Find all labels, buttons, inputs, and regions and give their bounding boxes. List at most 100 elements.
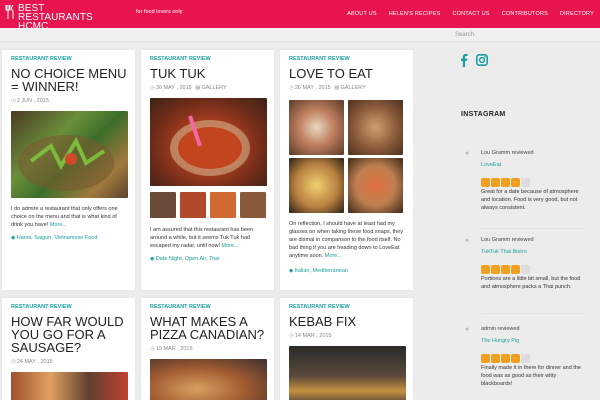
read-more-link[interactable]: More... (50, 222, 67, 228)
review-author: Lou Gramm reviewed (481, 237, 534, 243)
post-category[interactable]: RESTAURANT REVIEW (11, 304, 72, 310)
clock-icon: ◷ (150, 346, 155, 352)
post-image[interactable] (11, 372, 128, 400)
clock-icon: ◷ (289, 333, 294, 339)
star-icon (501, 178, 510, 187)
star-icon (521, 265, 530, 274)
review-place-link[interactable]: LoveEat (481, 162, 501, 168)
post-title[interactable]: NO CHOICE MENU = WINNER! (11, 67, 131, 93)
post-title[interactable]: WHAT MAKES A PIZZA CANADIAN? (150, 315, 270, 341)
review-author: admin reviewed (481, 326, 520, 332)
divider (481, 228, 585, 229)
nav-contact-us[interactable]: CONTACT US (452, 11, 489, 17)
gallery-thumbnail[interactable] (180, 192, 206, 218)
star-icon (501, 354, 510, 363)
avatar: ● (465, 150, 470, 157)
facebook-icon[interactable] (460, 54, 468, 70)
post-image[interactable] (289, 346, 406, 400)
fork-knife-icon (5, 4, 15, 19)
review-place-link[interactable]: TukTuk Thai Bistro (481, 249, 527, 255)
read-more-link[interactable]: More... (325, 253, 342, 259)
tag-icon: ◆ (11, 235, 16, 241)
post-title[interactable]: TUK TUK (150, 67, 270, 80)
gallery-icon: ▦ (334, 85, 340, 91)
star-icon (501, 265, 510, 274)
clock-icon: ◷ (289, 85, 294, 91)
search-input[interactable]: Search (455, 28, 595, 42)
review-item: ● Lou Gramm reviewed LoveEat Great for a… (461, 150, 585, 230)
post-tags: ◆ Italian, Mediterranean (289, 268, 348, 274)
post-card: RESTAURANT REVIEW HOW FAR WOULD YOU GO F… (2, 298, 135, 400)
read-more-link[interactable]: More... (222, 243, 239, 249)
post-image[interactable] (150, 359, 267, 400)
post-image[interactable] (11, 111, 128, 198)
site-tagline: for food lovers only (136, 9, 183, 15)
clock-icon: ◷ (11, 98, 16, 104)
post-card: RESTAURANT REVIEW NO CHOICE MENU = WINNE… (2, 50, 135, 290)
main-nav: ABOUT US HELEN'S RECIPES CONTACT US CONT… (341, 0, 600, 28)
sub-bar: Search (0, 28, 600, 42)
star-icon (521, 354, 530, 363)
site-title: BEST RESTAURANTS HCMC (18, 3, 93, 32)
post-excerpt: On reflection, I should have at least ha… (289, 221, 404, 259)
gallery-thumbnail[interactable] (210, 192, 236, 218)
nav-contributors[interactable]: CONTRIBUTORS (502, 11, 548, 17)
post-card: RESTAURANT REVIEW TUK TUK ◷30 MAY , 2015… (141, 50, 274, 290)
post-category[interactable]: RESTAURANT REVIEW (289, 56, 350, 62)
review-text: Portions are a little bit small, but the… (481, 276, 581, 290)
post-date: ◷30 MAY , 2015 ▦GALLERY (150, 85, 227, 91)
star-icon (521, 178, 530, 187)
post-title[interactable]: KEBAB FIX (289, 315, 409, 328)
gallery-image[interactable] (348, 158, 403, 213)
gallery-image[interactable] (289, 100, 344, 155)
post-card: RESTAURANT REVIEW WHAT MAKES A PIZZA CAN… (141, 298, 274, 400)
post-title[interactable]: HOW FAR WOULD YOU GO FOR A SAUSAGE? (11, 315, 131, 354)
tag-icon: ◆ (150, 256, 155, 262)
post-date: ◷26 MAY , 2015 ▦GALLERY (289, 85, 366, 91)
post-date: ◷14 MAR , 2015 (289, 333, 332, 339)
site-logo[interactable]: BEST RESTAURANTS HCMC (5, 4, 125, 32)
post-title[interactable]: LOVE TO EAT (289, 67, 409, 80)
nav-directory[interactable]: DIRECTORY (560, 11, 594, 17)
instagram-icon[interactable] (476, 54, 488, 69)
star-rating (481, 350, 541, 363)
post-excerpt: I do admire a restaurant that only offer… (11, 206, 118, 228)
tag-icon: ◆ (289, 268, 294, 274)
review-item: ● admin reviewed The Hungry Pig Finally … (461, 326, 585, 400)
review-text: Great for a date because of atmosphere a… (481, 189, 579, 211)
gallery-image[interactable] (348, 100, 403, 155)
gallery-thumbnail[interactable] (240, 192, 266, 218)
post-category[interactable]: RESTAURANT REVIEW (11, 56, 72, 62)
nav-about-us[interactable]: ABOUT US (347, 11, 377, 17)
review-item: ● Lou Gramm reviewed TukTuk Thai Bistro … (461, 237, 585, 312)
instagram-heading: INSTAGRAM (461, 111, 506, 118)
post-card: RESTAURANT REVIEW KEBAB FIX ◷14 MAR , 20… (280, 298, 413, 400)
gallery-thumbnail[interactable] (150, 192, 176, 218)
avatar: ● (465, 326, 470, 333)
post-date: ◷2 JUN , 2015 (11, 98, 49, 104)
gallery-image[interactable] (289, 158, 344, 213)
post-tags: ◆ Date Night, Open Air, Thai (150, 256, 220, 262)
review-place-link[interactable]: The Hungry Pig (481, 338, 519, 344)
star-icon (481, 265, 490, 274)
clock-icon: ◷ (11, 359, 16, 365)
review-text: Finally made it in there for dinner and … (481, 365, 581, 387)
header-bar: BEST RESTAURANTS HCMC for food lovers on… (0, 0, 600, 32)
avatar: ● (465, 237, 470, 244)
star-icon (491, 178, 500, 187)
post-category[interactable]: RESTAURANT REVIEW (150, 56, 211, 62)
page: BEST RESTAURANTS HCMC for food lovers on… (0, 0, 600, 400)
post-card: RESTAURANT REVIEW LOVE TO EAT ◷26 MAY , … (280, 50, 413, 290)
post-date: ◷19 MAR , 2015 (150, 346, 193, 352)
star-icon (491, 354, 500, 363)
star-rating (481, 261, 541, 274)
post-image[interactable] (150, 98, 267, 186)
star-icon (511, 178, 520, 187)
post-category[interactable]: RESTAURANT REVIEW (150, 304, 211, 310)
divider (481, 313, 585, 314)
star-icon (511, 354, 520, 363)
post-date: ◷24 MAY , 2015 (11, 359, 53, 365)
post-category[interactable]: RESTAURANT REVIEW (289, 304, 350, 310)
star-icon (481, 354, 490, 363)
nav-helens-recipes[interactable]: HELEN'S RECIPES (389, 11, 441, 17)
